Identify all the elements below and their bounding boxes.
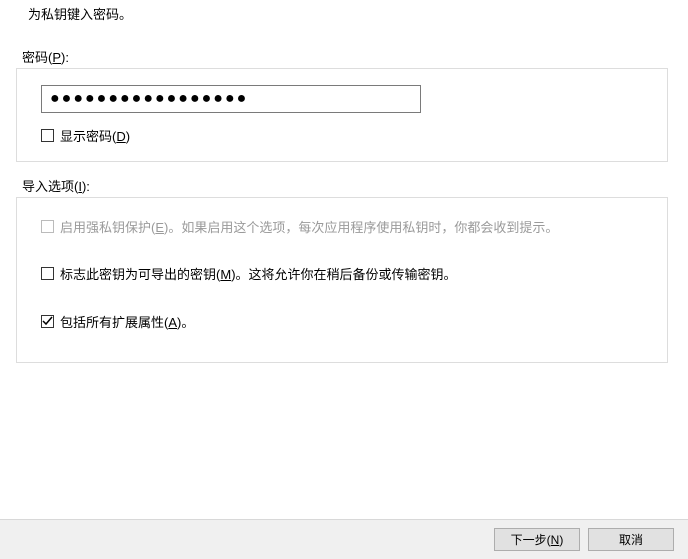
- extended-props-label: 包括所有扩展属性(A)。: [60, 313, 647, 333]
- import-options-group: 启用强私钥保护(E)。如果启用这个选项，每次应用程序使用私钥时，你都会收到提示。…: [16, 197, 668, 364]
- checkbox-icon: [41, 220, 54, 233]
- import-options-section-label: 导入选项(I):: [22, 176, 678, 195]
- instruction-text: 为私钥键入密码。: [28, 4, 678, 23]
- wizard-footer: 下一步(N) 取消: [0, 519, 688, 559]
- password-input[interactable]: [41, 85, 421, 113]
- exportable-label: 标志此密钥为可导出的密钥(M)。这将允许你在稍后备份或传输密钥。: [60, 265, 647, 285]
- show-password-label: 显示密码(D): [60, 127, 647, 147]
- next-button[interactable]: 下一步(N): [494, 528, 580, 551]
- checkbox-icon: [41, 129, 54, 142]
- strong-protection-label: 启用强私钥保护(E)。如果启用这个选项，每次应用程序使用私钥时，你都会收到提示。: [60, 218, 647, 238]
- checkbox-icon: [41, 315, 54, 328]
- password-group: 显示密码(D): [16, 68, 668, 162]
- strong-protection-checkbox: 启用强私钥保护(E)。如果启用这个选项，每次应用程序使用私钥时，你都会收到提示。: [41, 218, 647, 238]
- password-section-label: 密码(P):: [22, 47, 678, 66]
- show-password-checkbox[interactable]: 显示密码(D): [41, 127, 647, 147]
- cancel-button[interactable]: 取消: [588, 528, 674, 551]
- extended-props-checkbox[interactable]: 包括所有扩展属性(A)。: [41, 313, 647, 333]
- checkbox-icon: [41, 267, 54, 280]
- exportable-checkbox[interactable]: 标志此密钥为可导出的密钥(M)。这将允许你在稍后备份或传输密钥。: [41, 265, 647, 285]
